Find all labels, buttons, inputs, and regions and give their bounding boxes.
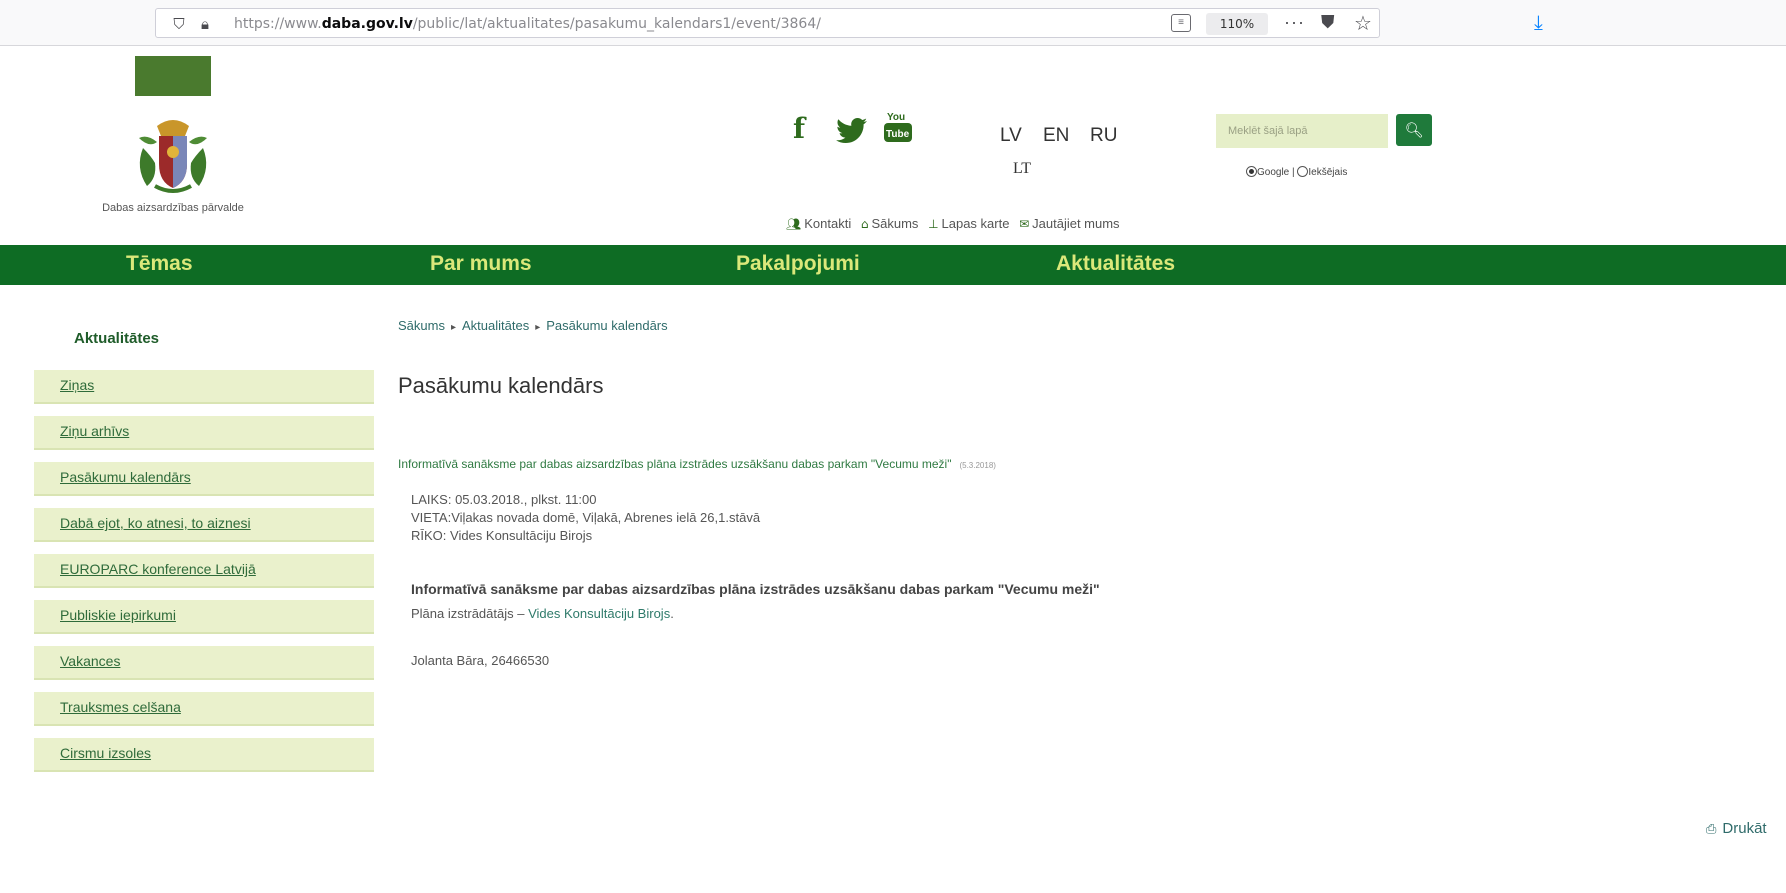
sidebar-item-trauksmes[interactable]: Trauksmes celšana <box>34 692 374 726</box>
sidebar-item-pasakumu-kalendars[interactable]: Pasākumu kalendārs <box>34 462 374 496</box>
facebook-icon[interactable]: f <box>793 112 805 146</box>
lang-lt-link[interactable]: LT <box>1013 160 1031 178</box>
coat-of-arms-logo[interactable] <box>133 108 213 196</box>
sidebar-menu: Ziņas Ziņu arhīvs Pasākumu kalendārs Dab… <box>34 370 374 784</box>
address-bar[interactable]: ⛉ 🔒︎ https://www.daba.gov.lv/public/lat/… <box>155 8 1380 38</box>
svg-text:Tube: Tube <box>886 129 910 140</box>
lang-en-link[interactable]: EN <box>1043 125 1069 147</box>
sidebar-item-daba-ejot[interactable]: Dabā ejot, ko atnesi, to aiznesi <box>34 508 374 542</box>
event-time: LAIKS: 05.03.2018., plkst. 11:00 <box>411 492 597 507</box>
lang-ru-link[interactable]: RU <box>1090 125 1117 147</box>
shield-icon[interactable]: ⛉ <box>170 15 188 33</box>
lock-icon[interactable]: 🔒︎ <box>196 15 214 33</box>
twitter-icon[interactable] <box>836 114 868 148</box>
breadcrumb: Sākums ▸ Aktualitātes ▸ Pasākumu kalendārs <box>398 318 668 333</box>
sidebar-item-zinu-arhivs[interactable]: Ziņu arhīvs <box>34 416 374 450</box>
search-icon: 🔍︎ <box>1404 122 1424 139</box>
search-scope-options: Google | Iekšējais <box>1246 166 1347 178</box>
radio-internal-label: Iekšējais <box>1308 167 1348 178</box>
breadcrumb-separator-icon: ▸ <box>535 322 541 333</box>
sidebar-item-zinas[interactable]: Ziņas <box>34 370 374 404</box>
radio-internal[interactable] <box>1297 166 1309 177</box>
plan-developer: Plāna izstrādātājs – Vides Konsultāciju … <box>411 606 674 621</box>
home-icon: ⌂ <box>860 217 869 231</box>
utility-links: 👥︎ Kontakti ⌂ Sākums ⊥ Lapas karte ✉ Jautāji… <box>786 216 1126 231</box>
util-contacts[interactable]: 👥︎ Kontakti <box>786 216 851 231</box>
org-name: Dabas aizsardzības pārvalde <box>102 202 244 214</box>
breadcrumb-separator-icon: ▸ <box>450 322 456 333</box>
event-details: LAIKS: 05.03.2018., plkst. 11:00 VIETA:V… <box>411 491 760 545</box>
event-place: VIETA:Viļakas novada domē, Viļakā, Abren… <box>411 510 761 525</box>
search-button[interactable]: 🔍︎ <box>1396 114 1432 146</box>
browser-toolbar: ⛉ 🔒︎ https://www.daba.gov.lv/public/lat/… <box>0 0 1786 46</box>
event-date: (5.3.2018) <box>959 461 996 470</box>
youtube-icon[interactable]: You Tube <box>883 109 913 143</box>
contact-person: Jolanta Bāra, 26466530 <box>411 653 550 668</box>
print-link[interactable]: ⎙ Drukāt <box>1706 820 1767 837</box>
util-ask[interactable]: ✉ Jautājiet mums <box>1019 216 1119 231</box>
page-actions-icon[interactable]: ··· <box>1284 12 1305 33</box>
sidebar-item-cirsmu-izsoles[interactable]: Cirsmu izsoles <box>34 738 374 772</box>
nav-pakalpojumi[interactable]: Pakalpojumi <box>736 252 860 276</box>
logo-banner[interactable] <box>135 56 211 96</box>
nav-aktualitates[interactable]: Aktualitātes <box>1056 252 1175 276</box>
event-heading: Informatīvā sanāksme par dabas aizsardzī… <box>411 581 1100 597</box>
main-nav: Tēmas Par mums Pakalpojumi Aktualitātes <box>0 245 1786 285</box>
nav-par-mums[interactable]: Par mums <box>430 252 532 276</box>
svg-text:You: You <box>887 112 905 123</box>
sidebar-title: Aktualitātes <box>74 330 160 347</box>
mail-icon: ✉ <box>1019 217 1030 231</box>
sidebar-item-iepirkumi[interactable]: Publiskie iepirkumi <box>34 600 374 634</box>
people-icon: 👥︎ <box>786 217 802 231</box>
event-title-link[interactable]: Informatīvā sanāksme par dabas aizsardzī… <box>398 457 996 471</box>
nav-temas[interactable]: Tēmas <box>126 252 193 276</box>
sidebar-item-europarc[interactable]: EUROPARC konference Latvijā <box>34 554 374 588</box>
print-icon: ⎙ <box>1706 822 1717 837</box>
developer-link[interactable]: Vides Konsultāciju Birojs <box>528 606 670 621</box>
radio-google[interactable] <box>1246 166 1257 177</box>
url-text[interactable]: https://www.daba.gov.lv/public/lat/aktua… <box>234 16 821 32</box>
reader-view-icon[interactable]: ≡ <box>1171 14 1191 32</box>
search-input[interactable] <box>1216 114 1388 148</box>
bookmark-star-icon[interactable]: ☆ <box>1354 11 1372 35</box>
util-home[interactable]: ⌂ Sākums <box>861 216 919 231</box>
page-title: Pasākumu kalendārs <box>398 373 604 398</box>
util-sitemap[interactable]: ⊥ Lapas karte <box>928 216 1009 231</box>
sidebar-item-vakances[interactable]: Vakances <box>34 646 374 680</box>
breadcrumb-home[interactable]: Sākums <box>398 318 445 333</box>
pocket-icon[interactable]: ⛊ <box>1321 12 1335 33</box>
event-organizer: RĪKO: Vides Konsultāciju Birojs <box>411 528 593 543</box>
zoom-level[interactable]: 110% <box>1206 13 1268 35</box>
lang-lv-link[interactable]: LV <box>1000 125 1022 147</box>
breadcrumb-aktualitates[interactable]: Aktualitātes <box>462 318 529 333</box>
radio-google-label: Google <box>1257 167 1290 178</box>
sitemap-icon: ⊥ <box>928 217 939 231</box>
download-icon[interactable]: ⤓ <box>1534 10 1543 34</box>
breadcrumb-current[interactable]: Pasākumu kalendārs <box>546 318 667 333</box>
